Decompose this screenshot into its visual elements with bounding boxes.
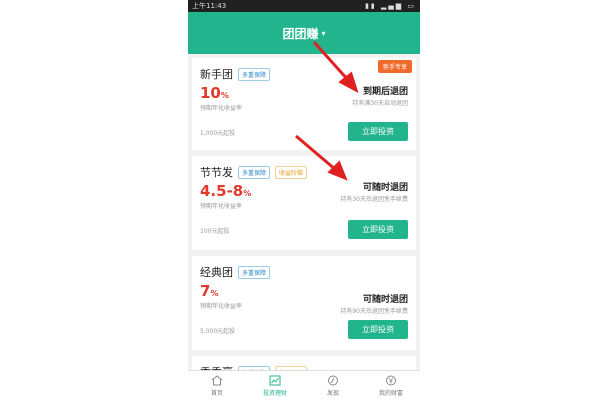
status-icons: ▮▮ ▂▄▆ ▭ (365, 2, 416, 10)
tab-wealth[interactable]: 我的财富 (362, 371, 420, 400)
newbie-badge: 新手专享 (377, 60, 412, 73)
product-name: 新手团 (200, 68, 233, 81)
exit-rule: 可随时退团 (362, 295, 408, 305)
product-card-jiejiefa[interactable]: 节节发 多重保障 收益阶梯 4.5-8% 预期年化收益率 可随时退团 持有30天… (192, 156, 416, 250)
invest-button[interactable]: 立即投资 (348, 122, 408, 141)
min-investment: 5,000元起投 (200, 328, 236, 335)
chevron-down-icon[interactable]: ▾ (322, 29, 326, 38)
chart-icon (269, 375, 281, 385)
tab-invest[interactable]: 投资理财 (246, 371, 304, 400)
title-bar[interactable]: 团团赚 ▾ (188, 12, 420, 54)
invest-button[interactable]: 立即投资 (348, 220, 408, 239)
product-card-xinshou[interactable]: 新手专享 新手团 多重保障 10% 预期年化收益率 到期后退团 持有满30天自动… (192, 58, 416, 150)
tab-discover[interactable]: 发现 (304, 371, 362, 400)
yen-icon (386, 375, 396, 385)
status-time: 上午11:43 (192, 2, 227, 10)
exit-rule: 可随时退团 (362, 183, 408, 193)
tab-label: 首页 (210, 389, 223, 397)
tab-label: 发现 (326, 389, 339, 397)
tab-label: 我的财富 (378, 389, 403, 397)
min-investment: 1,000元起投 (200, 130, 236, 137)
tag-guarantee: 多重保障 (238, 265, 271, 279)
exit-note: 持有30天后退团免手续费 (340, 196, 408, 203)
phone-screen: 上午11:43 ▮▮ ▂▄▆ ▭ 团团赚 ▾ 新手专享 新手团 多重保障 10%… (188, 0, 420, 400)
exit-note: 持有90天后退团免手续费 (340, 308, 408, 315)
product-card-jingdian[interactable]: 经典团 多重保障 7% 预期年化收益率 可随时退团 持有90天后退团免手续费 5… (192, 256, 416, 350)
home-icon (211, 374, 223, 385)
tag-guarantee: 多重保障 (238, 165, 271, 179)
bottom-tab-bar: 首页 投资理财 发现 我的财富 (188, 370, 420, 400)
product-name: 经典团 (200, 266, 233, 279)
compass-icon (328, 375, 338, 385)
tab-label: 投资理财 (262, 389, 287, 397)
invest-button[interactable]: 立即投资 (348, 320, 408, 339)
product-name: 节节发 (200, 166, 233, 179)
status-bar: 上午11:43 ▮▮ ▂▄▆ ▭ (188, 0, 420, 12)
exit-note: 持有满30天自动退团 (352, 100, 408, 107)
exit-rule: 到期后退团 (362, 87, 408, 97)
tab-home[interactable]: 首页 (188, 371, 246, 400)
tag-guarantee: 多重保障 (238, 67, 271, 81)
tag-ladder: 收益阶梯 (275, 165, 308, 179)
page-title[interactable]: 团团赚 (282, 25, 318, 42)
min-investment: 100元起投 (200, 228, 230, 235)
